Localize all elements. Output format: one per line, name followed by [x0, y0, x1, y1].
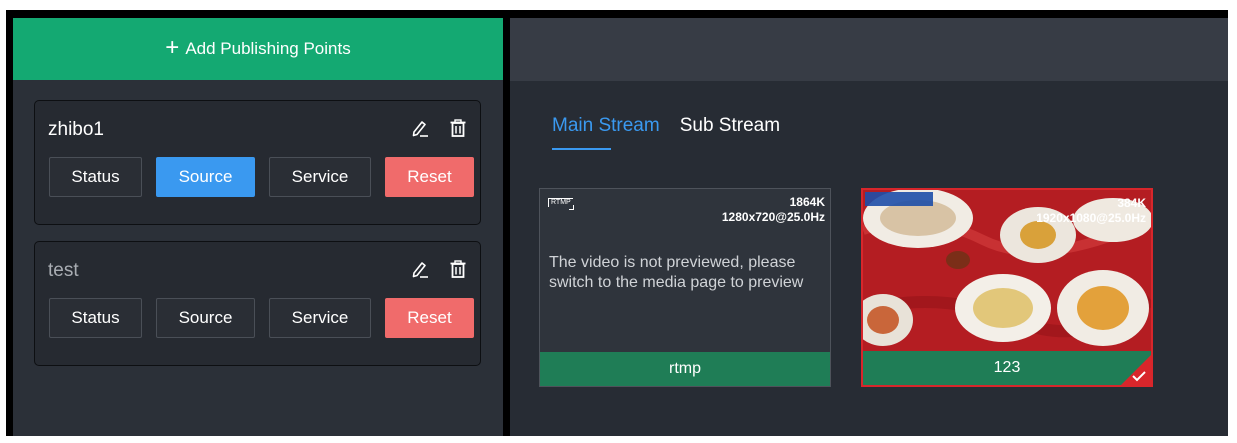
publishing-point-name: test: [48, 260, 79, 281]
publishing-point-card: test Status Source Service Reset: [34, 241, 481, 366]
pencil-icon[interactable]: [410, 259, 430, 279]
stream-card-123[interactable]: 384K 1920x1080@25.0Hz 123: [861, 188, 1153, 387]
stream-panel-header: [510, 18, 1228, 81]
stream-resolution: 1280x720@25.0Hz: [721, 210, 825, 224]
status-button[interactable]: Status: [49, 298, 142, 338]
stream-type-tag: RTMP: [548, 198, 574, 210]
stream-bitrate: 384K: [1117, 196, 1146, 210]
stream-bitrate: 1864K: [789, 195, 825, 209]
channel-logo: [865, 192, 933, 206]
stream-name: rtmp: [540, 352, 830, 386]
trash-icon[interactable]: [448, 259, 468, 279]
tab-main-stream[interactable]: Main Stream: [552, 115, 660, 150]
stream-panel: Main Stream Sub Stream RTMP 1864K 1280x7…: [510, 18, 1228, 436]
card-actions: [410, 259, 468, 279]
pencil-icon[interactable]: [410, 118, 430, 138]
preview-message: The video is not previewed, please switc…: [549, 254, 804, 291]
card-actions: [410, 118, 468, 138]
trash-icon[interactable]: [448, 118, 468, 138]
publishing-point-name: zhibo1: [48, 119, 104, 140]
add-publishing-points-button[interactable]: + Add Publishing Points: [13, 18, 503, 80]
source-button[interactable]: Source: [156, 157, 255, 197]
card-button-row: Status Source Service Reset: [49, 298, 474, 338]
status-button[interactable]: Status: [49, 157, 142, 197]
stream-tabs: Main Stream Sub Stream: [552, 115, 780, 150]
stream-card-rtmp[interactable]: RTMP 1864K 1280x720@25.0Hz The video is …: [539, 188, 831, 387]
reset-button[interactable]: Reset: [385, 298, 474, 338]
stream-resolution: 1920x1080@25.0Hz: [1036, 211, 1146, 225]
reset-button[interactable]: Reset: [385, 157, 474, 197]
stream-preview-thumbnail: 384K 1920x1080@25.0Hz: [863, 190, 1151, 351]
check-icon: [1132, 371, 1146, 382]
source-button[interactable]: Source: [156, 298, 255, 338]
service-button[interactable]: Service: [269, 157, 371, 197]
add-publishing-points-label: Add Publishing Points: [185, 39, 351, 58]
plus-icon: +: [165, 33, 180, 61]
app-window: + Add Publishing Points zhibo1 Status So…: [6, 10, 1228, 436]
card-button-row: Status Source Service Reset: [49, 157, 474, 197]
service-button[interactable]: Service: [269, 298, 371, 338]
publishing-point-card: zhibo1 Status Source Service Reset: [34, 100, 481, 225]
stream-name: 123: [863, 351, 1151, 385]
publishing-points-panel: + Add Publishing Points zhibo1 Status So…: [13, 18, 503, 436]
tab-sub-stream[interactable]: Sub Stream: [680, 115, 780, 137]
